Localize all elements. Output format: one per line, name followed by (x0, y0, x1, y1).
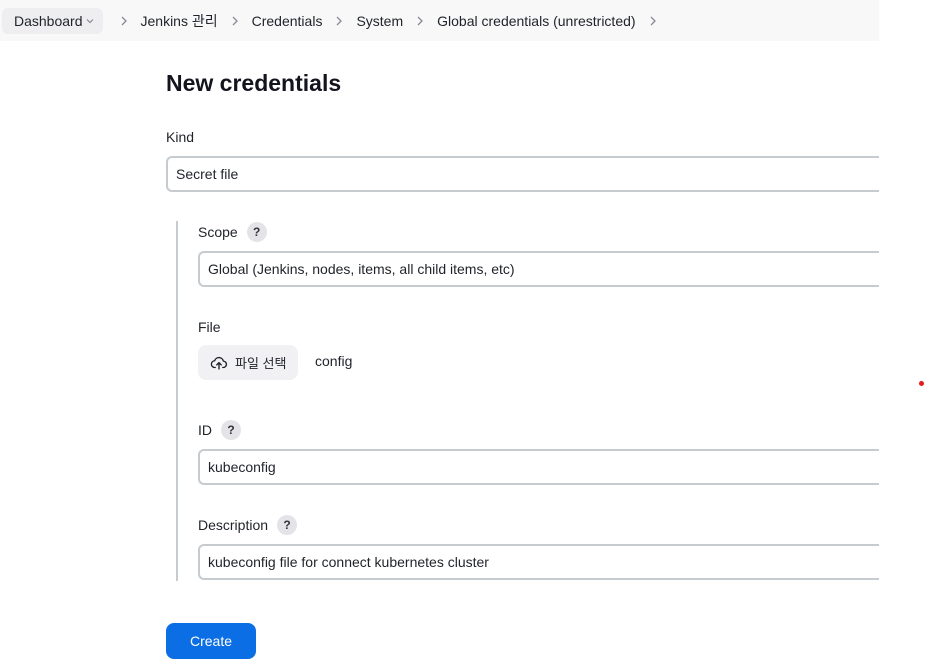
id-help-icon[interactable]: ? (221, 420, 241, 440)
breadcrumb-label[interactable]: Global credentials (unrestricted) (437, 13, 635, 29)
create-button[interactable]: Create (166, 623, 256, 659)
description-label: Description ? (198, 515, 298, 535)
id-label-text: ID (198, 422, 212, 438)
kind-select[interactable]: Secret file (166, 156, 879, 192)
description-label-text: Description (198, 517, 269, 533)
scope-select[interactable]: Global (Jenkins, nodes, items, all child… (198, 251, 879, 287)
page: Dashboard Jenkins 관리 Credentials System … (0, 0, 926, 670)
choose-file-button[interactable]: 파일 선택 (198, 345, 298, 380)
selected-file-name: config (315, 353, 353, 369)
breadcrumb-item-jenkins-manage[interactable]: Jenkins 관리 (141, 11, 218, 31)
chevron-down-icon[interactable] (85, 16, 95, 26)
kind-label: Kind (166, 129, 194, 145)
scope-label-text: Scope (198, 224, 238, 240)
cloud-upload-icon (210, 356, 228, 370)
id-label: ID ? (198, 420, 241, 440)
scope-select-value: Global (Jenkins, nodes, items, all child… (208, 261, 515, 277)
breadcrumb-label[interactable]: System (356, 13, 403, 29)
chevron-right-icon (328, 14, 350, 28)
breadcrumb-item-global-credentials[interactable]: Global credentials (unrestricted) (437, 13, 635, 29)
breadcrumb-label[interactable]: Dashboard (14, 13, 83, 29)
id-input-value: kubeconfig (208, 459, 276, 475)
file-label: File (198, 319, 221, 335)
description-input-value: kubeconfig file for connect kubernetes c… (208, 554, 489, 570)
description-help-icon[interactable]: ? (277, 515, 298, 535)
id-input[interactable]: kubeconfig (198, 449, 879, 485)
chevron-right-icon (409, 14, 431, 28)
description-input[interactable]: kubeconfig file for connect kubernetes c… (198, 544, 879, 580)
chevron-right-icon (113, 14, 135, 28)
kind-label-text: Kind (166, 129, 195, 145)
marker-dot (919, 381, 924, 386)
kind-select-value: Secret file (176, 166, 239, 182)
chevron-right-icon (224, 14, 246, 28)
breadcrumb-item-credentials[interactable]: Credentials (252, 13, 323, 29)
breadcrumb-label[interactable]: Credentials (252, 13, 323, 29)
scope-label: Scope ? (198, 222, 267, 242)
chevron-right-icon (642, 14, 664, 28)
breadcrumb-label[interactable]: Jenkins 관리 (141, 11, 218, 31)
choose-file-button-label: 파일 선택 (235, 356, 287, 371)
nested-section-divider (176, 221, 178, 581)
breadcrumb: Dashboard Jenkins 관리 Credentials System … (0, 0, 879, 41)
page-title: New credentials (166, 70, 342, 96)
breadcrumb-item-dashboard[interactable]: Dashboard (2, 7, 103, 34)
file-label-text: File (198, 319, 221, 335)
breadcrumb-item-system[interactable]: System (356, 13, 403, 29)
scope-help-icon[interactable]: ? (246, 222, 267, 242)
